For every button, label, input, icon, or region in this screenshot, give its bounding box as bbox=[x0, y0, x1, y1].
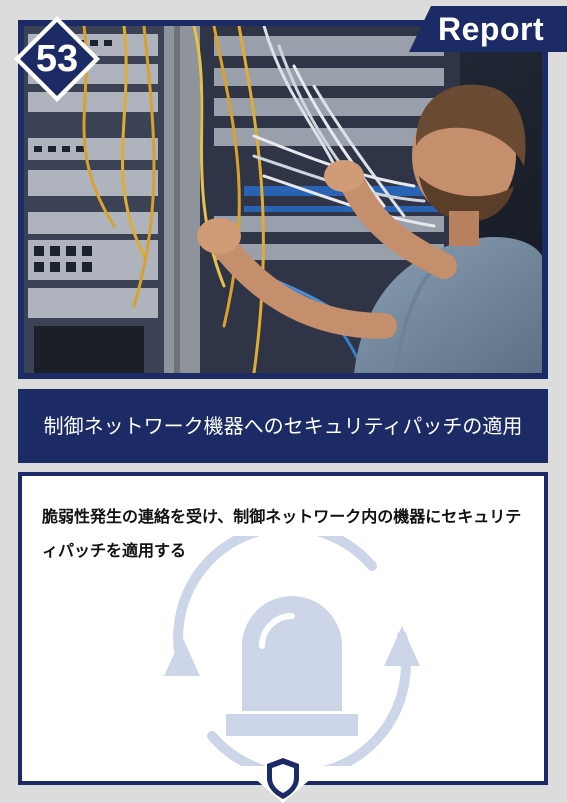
description-box: 脆弱性発生の連絡を受け、制御ネットワーク内の機器にセキュリティパッチを適用する bbox=[18, 472, 548, 785]
card-description: 脆弱性発生の連絡を受け、制御ネットワーク内の機器にセキュリティパッチを適用する bbox=[42, 507, 522, 560]
card-title: 制御ネットワーク機器へのセキュリティパッチの適用 bbox=[43, 414, 523, 438]
alarm-light-refresh-icon bbox=[164, 536, 420, 766]
report-card: Report 53 制御ネットワーク機器へのセキュリティパッチの適用 脆弱性発生… bbox=[0, 0, 567, 803]
card-number: 53 bbox=[35, 38, 79, 80]
description-panel: 脆弱性発生の連絡を受け、制御ネットワーク内の機器にセキュリティパッチを適用する bbox=[22, 476, 544, 781]
shield-icon bbox=[252, 750, 314, 803]
report-label: Report bbox=[438, 11, 545, 47]
title-bar: 制御ネットワーク機器へのセキュリティパッチの適用 bbox=[18, 389, 548, 463]
